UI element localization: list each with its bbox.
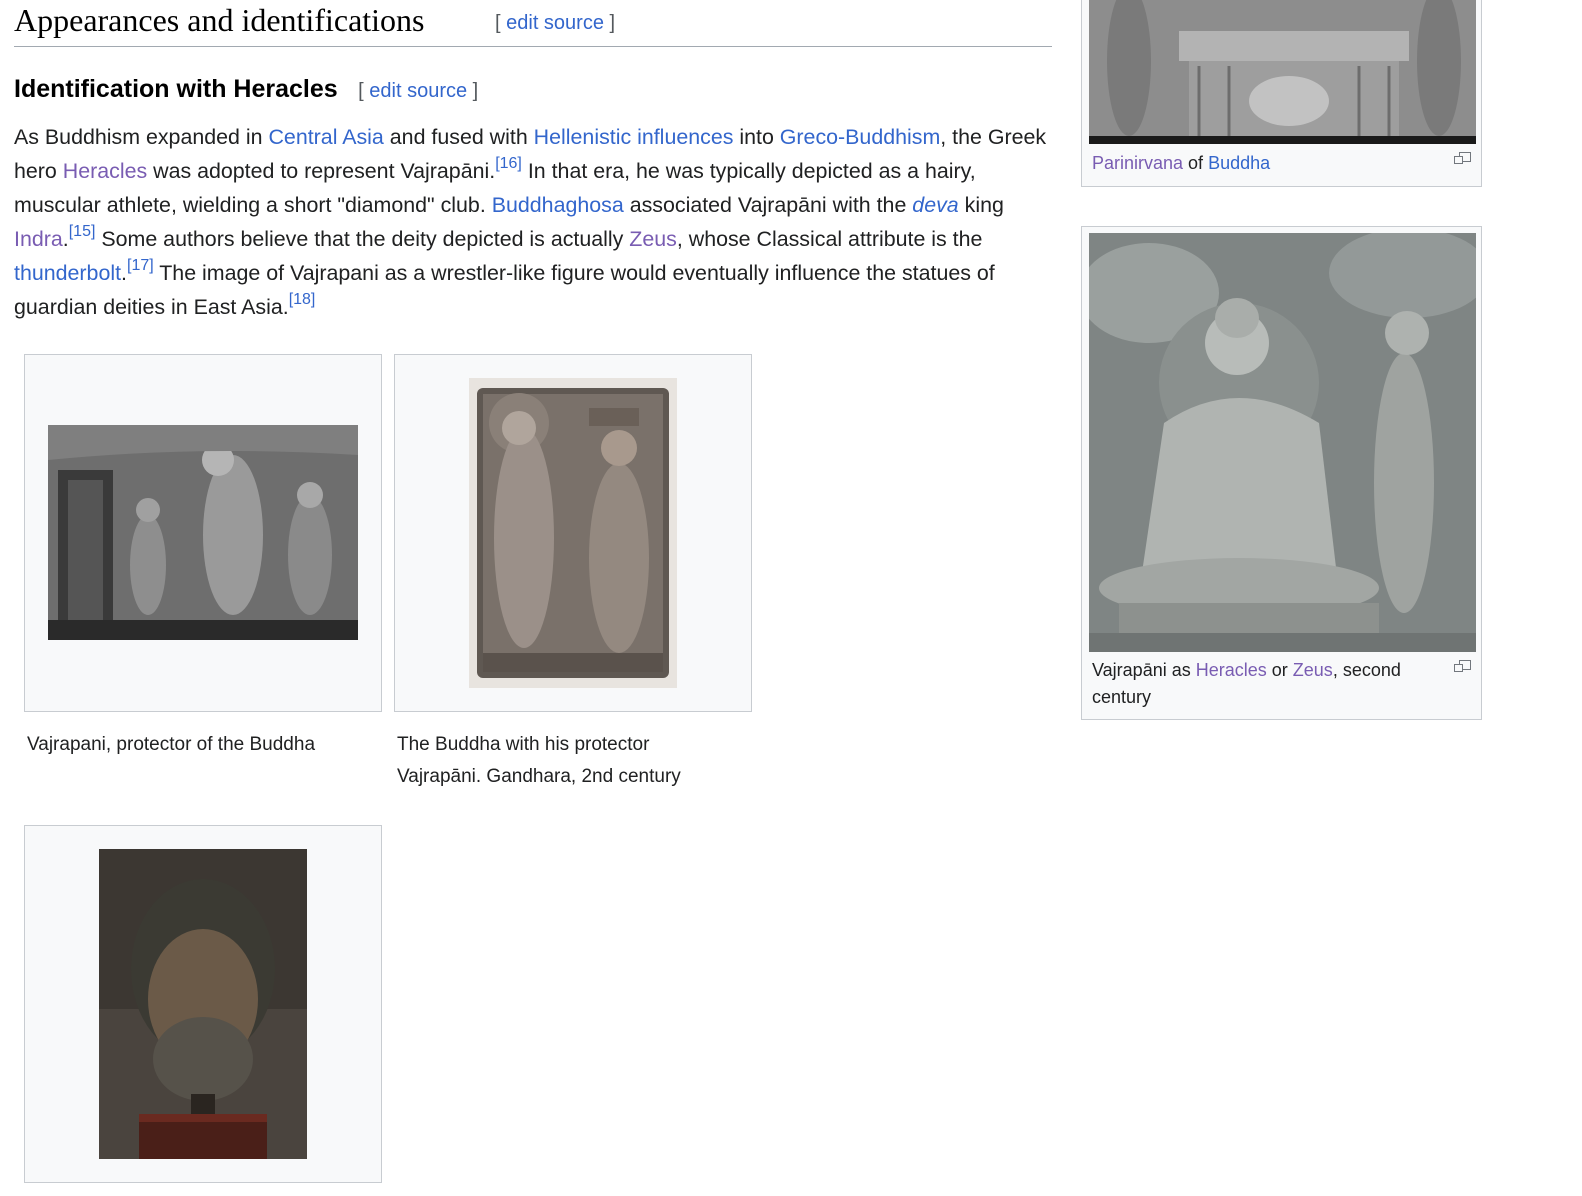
gallery-image-vajrapani-relief[interactable] (48, 425, 358, 640)
text: into (733, 125, 780, 149)
section-edit-link: [ edit source ] (495, 12, 616, 34)
link-greco-buddhism[interactable]: Greco-Buddhism (780, 125, 941, 149)
thumbnail-caption-parinirvana: Parinirvana of Buddha (1092, 150, 1442, 177)
gallery-item-2 (394, 354, 752, 712)
text: As Buddhism expanded in (14, 125, 269, 149)
subsection-heading: Identification with Heracles [ edit sour… (14, 75, 478, 105)
link-buddhaghosa[interactable]: Buddhaghosa (492, 193, 624, 217)
link-parinirvana[interactable]: Parinirvana (1092, 153, 1183, 173)
link-deva[interactable]: deva (912, 193, 958, 217)
article-paragraph: As Buddhism expanded in Central Asia and… (14, 120, 1054, 324)
section-heading: Appearances and identifications [ edit s… (14, 0, 1052, 47)
text: of (1183, 153, 1209, 173)
thumbnail-vajrapani-heracles: Vajrapāni as Heracles or Zeus, second ce… (1081, 226, 1482, 720)
text: Some authors believe that the deity depi… (95, 227, 630, 251)
thumbnail-image-vajrapani-heracles[interactable] (1089, 233, 1476, 652)
text: or (1266, 660, 1293, 680)
enlarge-icon[interactable] (1454, 152, 1471, 164)
text: The image of Vajrapani as a wrestler-lik… (14, 261, 995, 319)
link-buddha[interactable]: Buddha (1208, 153, 1270, 173)
enlarge-icon[interactable] (1454, 660, 1471, 672)
gallery-image-buddha-with-vajrapani[interactable] (469, 378, 677, 688)
subsection-edit-link: [ edit source ] (358, 80, 479, 102)
edit-source-link[interactable]: edit source (369, 80, 467, 102)
text: associated Vajrapāni with the (623, 193, 913, 217)
thumbnail-image-parinirvana[interactable] (1089, 0, 1476, 144)
link-heracles[interactable]: Heracles (1196, 660, 1267, 680)
subsection-title: Identification with Heracles (14, 75, 338, 103)
ref-17[interactable]: [17] (127, 257, 154, 274)
thumbnail-caption-vajrapani: Vajrapāni as Heracles or Zeus, second ce… (1092, 657, 1432, 711)
gallery-item-1 (24, 354, 382, 712)
edit-source-link[interactable]: edit source (506, 12, 604, 34)
gallery-image-heracles-head[interactable] (99, 849, 307, 1159)
link-indra[interactable]: Indra (14, 227, 63, 251)
ref-15[interactable]: [15] (69, 223, 96, 240)
link-zeus[interactable]: Zeus (1293, 660, 1333, 680)
gallery-caption-2: The Buddha with his protector Vajrapāni.… (397, 734, 681, 787)
link-thunderbolt[interactable]: thunderbolt (14, 261, 121, 285)
gallery-item-3 (24, 825, 382, 1183)
ref-16[interactable]: [16] (495, 155, 522, 172)
section-title: Appearances and identifications (14, 2, 425, 38)
text: was adopted to represent Vajrapāni. (147, 159, 496, 183)
gallery-caption-1: Vajrapani, protector of the Buddha (27, 734, 316, 755)
link-heracles[interactable]: Heracles (63, 159, 147, 183)
text: Vajrapāni as (1092, 660, 1196, 680)
link-central-asia[interactable]: Central Asia (268, 125, 383, 149)
thumbnail-parinirvana: Parinirvana of Buddha (1081, 0, 1482, 187)
text: , whose Classical attribute is the (676, 227, 983, 251)
text: and fused with (383, 125, 534, 149)
text: king (958, 193, 1004, 217)
link-hellenistic-influences[interactable]: Hellenistic influences (534, 125, 734, 149)
link-zeus[interactable]: Zeus (629, 227, 677, 251)
ref-18[interactable]: [18] (289, 291, 316, 308)
